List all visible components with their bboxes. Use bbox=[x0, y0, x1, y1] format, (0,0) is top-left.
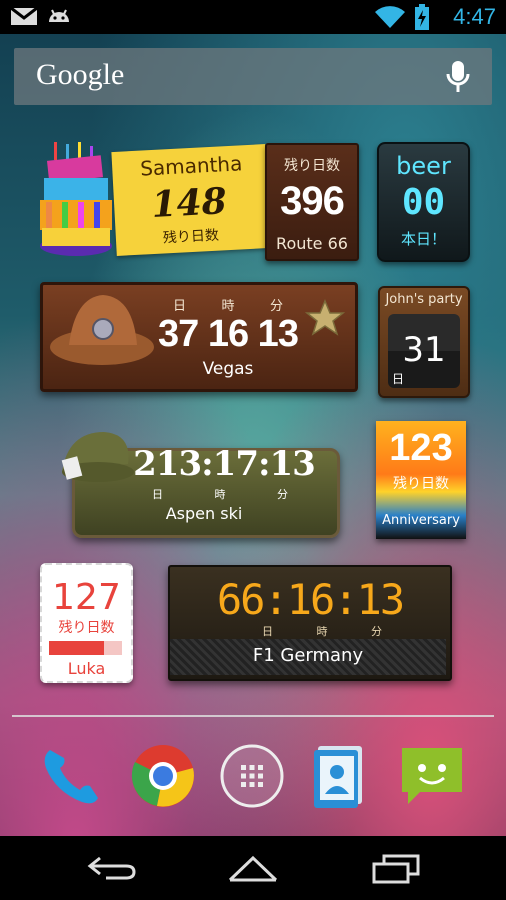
gmail-icon bbox=[10, 6, 38, 25]
label-days: 日 bbox=[152, 488, 163, 501]
widget-count: 148 bbox=[150, 180, 228, 227]
widget-count: 37 16 13 bbox=[158, 313, 299, 355]
widget-count: 66:16:13 bbox=[216, 575, 405, 624]
back-icon[interactable] bbox=[86, 852, 138, 884]
widget-name: Vegas bbox=[202, 359, 254, 379]
sheriff-star-icon bbox=[305, 299, 345, 336]
countdown-widget-samantha[interactable]: Samantha 148 残り日数 bbox=[40, 142, 271, 258]
flip-clock-card: 31 日 bbox=[388, 314, 460, 388]
countdown-widget-route66[interactable]: 残り日数 396 Route 66 bbox=[265, 143, 359, 261]
label-hours: 時 bbox=[316, 625, 328, 638]
widget-count: 00 bbox=[401, 182, 446, 223]
label-days: 日 bbox=[173, 299, 187, 314]
widget-card: Samantha 148 残り日数 bbox=[111, 144, 271, 256]
messaging-icon[interactable] bbox=[398, 742, 466, 810]
widget-name: beer bbox=[396, 152, 451, 180]
app-drawer-icon[interactable] bbox=[218, 742, 286, 810]
google-search-bar[interactable]: Google bbox=[14, 48, 492, 105]
widget-unit: 残り日数 bbox=[58, 620, 115, 636]
widget-note: 本日！ bbox=[400, 230, 446, 248]
phone-icon[interactable] bbox=[36, 742, 104, 810]
countdown-widget-vegas[interactable]: 日 時 分 37 16 13 Vegas bbox=[40, 282, 358, 392]
widget-name: F1 Germany bbox=[252, 645, 364, 666]
android-icon bbox=[49, 9, 69, 22]
label-minutes: 分 bbox=[277, 488, 288, 501]
widget-count: 123 bbox=[389, 427, 453, 469]
countdown-widget-anniversary[interactable]: 123 残り日数 Anniversary bbox=[376, 421, 466, 539]
carbon-strip: F1 Germany bbox=[170, 639, 446, 675]
time-unit-labels: 日 時 分 bbox=[173, 295, 283, 314]
widget-name: Luka bbox=[67, 659, 106, 678]
widget-name: John's party bbox=[385, 292, 463, 307]
label-minutes: 分 bbox=[371, 625, 382, 638]
widget-unit: 残り日数 bbox=[284, 158, 340, 174]
widget-count: 127 bbox=[52, 577, 121, 618]
countdown-widget-f1-germany[interactable]: 66:16:13 日 時 分 F1 Germany bbox=[168, 565, 452, 681]
widget-name: Anniversary bbox=[382, 513, 460, 528]
cowboy-hat-icon bbox=[50, 295, 154, 365]
widget-unit: 残り日数 bbox=[393, 476, 449, 492]
status-bar: 4:47 bbox=[0, 0, 506, 34]
widget-name: Route 66 bbox=[276, 234, 348, 253]
wifi-icon bbox=[375, 6, 405, 28]
time-unit-labels: 日 時 分 bbox=[262, 623, 382, 639]
dock-divider bbox=[12, 715, 494, 717]
countdown-widget-aspen-ski[interactable]: 213:17:13 日 時 分 Aspen ski bbox=[58, 424, 340, 538]
contacts-icon[interactable] bbox=[304, 742, 372, 810]
time-unit-labels: 日 時 分 bbox=[152, 486, 288, 502]
chrome-icon[interactable] bbox=[129, 742, 197, 810]
label-hours: 時 bbox=[214, 488, 226, 501]
battery-charging-icon bbox=[415, 4, 429, 30]
home-icon[interactable] bbox=[226, 852, 280, 884]
widget-count: 213:17:13 bbox=[133, 444, 316, 484]
birthday-cake-icon bbox=[40, 142, 112, 256]
label-hours: 時 bbox=[221, 299, 235, 314]
widget-name: Aspen ski bbox=[165, 504, 243, 523]
label-days: 日 bbox=[262, 625, 273, 638]
countdown-widget-johns-party[interactable]: John's party 31 日 bbox=[378, 286, 470, 398]
clock-time: 4:47 bbox=[453, 4, 496, 29]
widget-count: 396 bbox=[280, 179, 345, 223]
widget-unit: 残り日数 bbox=[162, 227, 220, 247]
navigation-bar bbox=[0, 836, 506, 900]
search-label: Google bbox=[36, 58, 125, 91]
mic-icon[interactable] bbox=[446, 60, 470, 94]
widget-count: 31 bbox=[402, 330, 446, 370]
progress-fill bbox=[49, 641, 104, 655]
widget-name: Samantha bbox=[139, 151, 243, 181]
countdown-widget-luka[interactable]: 127 残り日数 Luka bbox=[40, 563, 133, 683]
recents-icon[interactable] bbox=[370, 852, 422, 884]
progress-track bbox=[49, 641, 122, 655]
widget-unit: 日 bbox=[392, 372, 405, 386]
label-minutes: 分 bbox=[269, 299, 283, 314]
countdown-widget-beer[interactable]: beer 00 本日！ bbox=[377, 142, 470, 262]
